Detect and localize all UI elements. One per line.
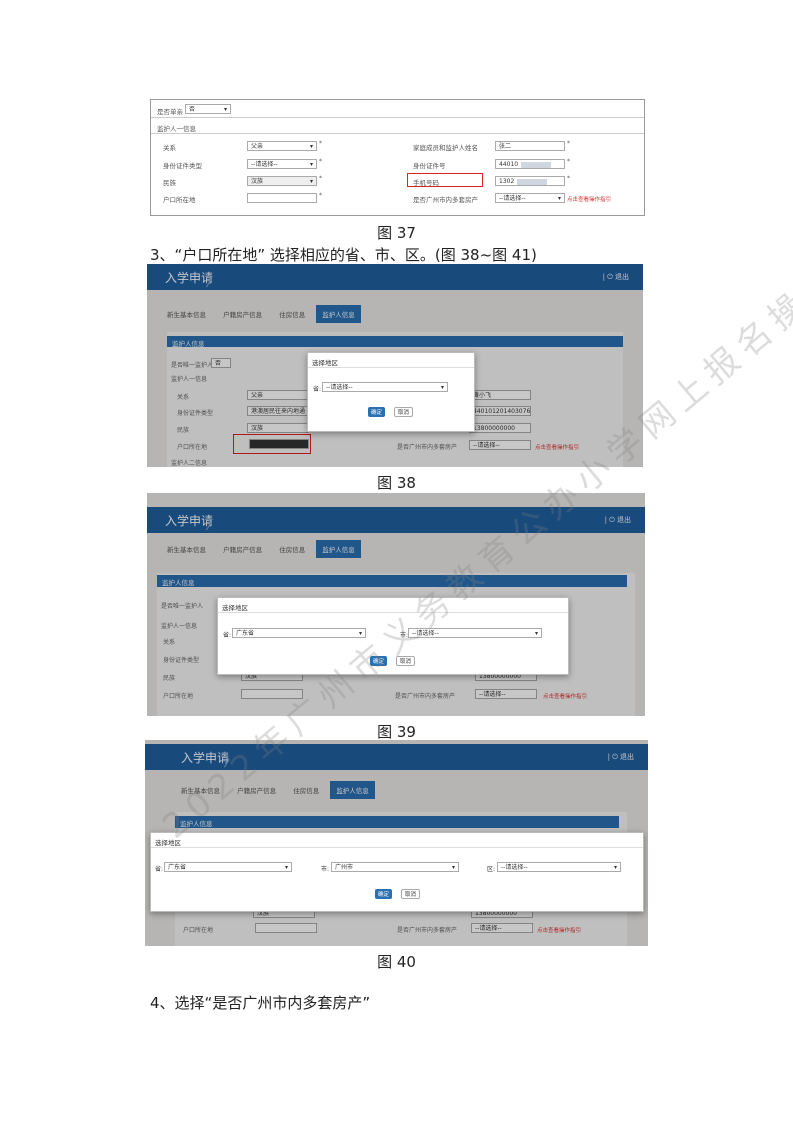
multi-property-select[interactable]: --请选择-- ▾	[495, 193, 565, 203]
phone-input[interactable]: 1302	[495, 176, 565, 186]
figure-38-screenshot: 入学申请 〉 | ⏻ 退出 新生基本信息 户籍房产信息 住房信息 监护人信息 监…	[147, 264, 643, 467]
relation-label: 关系	[163, 144, 176, 152]
province-select[interactable]: 广东省 ▾	[232, 628, 366, 638]
nation-select[interactable]: 汉族 ▾	[247, 176, 317, 186]
family-name-input[interactable]: 张二	[495, 141, 565, 151]
province-label: 省:	[313, 386, 322, 393]
province-label: 省:	[155, 866, 164, 873]
guide-hint-link[interactable]: 点击查看操作指引	[567, 195, 611, 203]
province-label: 省:	[223, 632, 232, 639]
province-select[interactable]: 广东省 ▾	[164, 862, 292, 872]
id-type-select[interactable]: --请选择-- ▾	[247, 159, 317, 169]
nation-label: 民族	[163, 179, 176, 187]
guardian-section-label: 监护人一信息	[157, 125, 196, 133]
caption-38: 图 38	[377, 474, 416, 492]
city-select[interactable]: 广州市 ▾	[331, 862, 459, 872]
id-no-input[interactable]: 44010	[495, 159, 565, 169]
region-dialog: 选择地区 省: --请选择-- ▾ 确定 取消	[307, 352, 475, 432]
cancel-button[interactable]: 取消	[401, 889, 421, 899]
phone-label: 手机号码	[413, 179, 439, 187]
step-4-text: 4、选择“是否广州市内多套房产”	[150, 994, 371, 1012]
id-no-label: 身份证件号	[413, 162, 446, 170]
family-name-label: 家庭成员和监护人姓名	[413, 144, 478, 152]
caption-39: 图 39	[377, 723, 416, 741]
district-label: 区:	[487, 866, 496, 873]
hukou-input[interactable]	[247, 193, 317, 203]
single-parent-select[interactable]: 否 ▾	[185, 104, 231, 114]
caption-40: 图 40	[377, 953, 416, 971]
dialog-title: 选择地区	[312, 359, 338, 367]
relation-select[interactable]: 父亲 ▾	[247, 141, 317, 151]
figure-37-form: 是否单亲 否 ▾ 监护人一信息 关系 父亲 ▾ * 身份证件类型 --请选择-- ▾ …	[150, 99, 645, 216]
hukou-label: 户口所在地	[163, 196, 196, 204]
city-label: 市:	[321, 866, 330, 873]
id-type-label: 身份证件类型	[163, 162, 202, 170]
cancel-button[interactable]: 取消	[394, 407, 414, 417]
dialog-title: 选择地区	[222, 604, 248, 612]
single-parent-label: 是否单亲	[157, 108, 183, 116]
multi-property-label: 是否广州市内多套房产	[413, 196, 478, 204]
confirm-button[interactable]: 确定	[368, 407, 386, 417]
region-dialog: 选择地区 省: 广东省 ▾ 市: 广州市 ▾ 区: --请选择-- ▾ 确定 取消	[150, 832, 644, 912]
district-select[interactable]: --请选择-- ▾	[497, 862, 621, 872]
caption-37: 图 37	[377, 224, 416, 242]
confirm-button[interactable]: 确定	[375, 889, 393, 899]
step-3-text: 3、“户口所在地” 选择相应的省、市、区。(图 38~图 41)	[150, 246, 537, 264]
province-select[interactable]: --请选择-- ▾	[322, 382, 448, 392]
